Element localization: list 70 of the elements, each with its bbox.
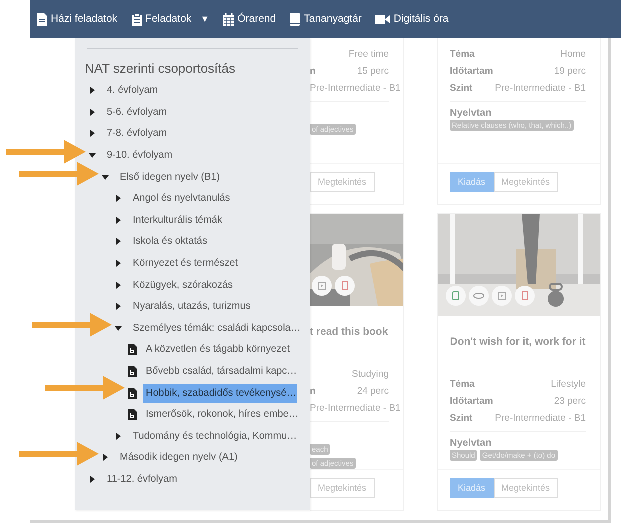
nav-link[interactable]: Órarend bbox=[222, 12, 276, 26]
field-value: Free time bbox=[348, 49, 389, 60]
card-title: t read this book bbox=[310, 326, 389, 338]
tree-item[interactable]: 4. évfolyam bbox=[104, 81, 162, 100]
tree-item[interactable]: Első idegen nyelv (B1) bbox=[117, 168, 224, 187]
tree-item[interactable]: 7-8. évfolyam bbox=[104, 124, 170, 144]
field-value: 23 perc bbox=[554, 396, 586, 407]
nav-link[interactable]: Házi feladatok bbox=[36, 12, 118, 26]
tree-item[interactable]: Közügyek, szórakozás bbox=[130, 276, 236, 295]
field-label: Téma bbox=[450, 379, 475, 390]
copy-icon bbox=[450, 290, 462, 302]
field-value: Pre-Intermediate - B1 bbox=[310, 83, 401, 94]
tree-item[interactable]: Bővebb család, társadalmi kapc… bbox=[143, 362, 300, 382]
nav-link[interactable]: Feladatok ▼ bbox=[130, 12, 210, 26]
clipboard-icon bbox=[130, 12, 143, 26]
grammar-label: Nyelvtan bbox=[450, 108, 493, 119]
circle-button[interactable] bbox=[446, 286, 466, 306]
nav-link[interactable]: Digitális óra bbox=[374, 12, 449, 26]
document-icon bbox=[36, 12, 48, 26]
document-icon bbox=[128, 388, 137, 399]
field-value: 24 perc bbox=[357, 386, 389, 397]
field-value: Pre-Intermediate - B1 bbox=[495, 83, 586, 94]
field-value: Studying bbox=[352, 369, 389, 380]
tree-item[interactable]: Nyaralás, utazás, turizmus bbox=[130, 297, 254, 316]
card-title: Don't wish for it, work for it bbox=[450, 336, 586, 348]
tree-item[interactable]: Angol és nyelvtanulás bbox=[130, 189, 234, 208]
calendar-icon bbox=[222, 12, 235, 26]
field-label: n bbox=[310, 66, 316, 77]
field-value: Lifestyle bbox=[551, 379, 586, 390]
field-value: Home bbox=[560, 49, 586, 60]
field-value: Pre-Intermediate - B1 bbox=[495, 413, 586, 424]
field-label: Szint bbox=[450, 83, 473, 94]
tree-item[interactable]: Személyes témák: családi kapcsola… bbox=[130, 318, 304, 338]
tree-item[interactable]: Környezet és természet bbox=[130, 254, 242, 274]
tree-item[interactable]: Tudomány és technológia, Kommu… bbox=[130, 426, 300, 446]
field-label: Időtartam bbox=[450, 66, 494, 77]
play-icon bbox=[316, 280, 328, 292]
trash-icon bbox=[519, 290, 531, 302]
trash-icon bbox=[339, 280, 351, 292]
video-camera-icon bbox=[374, 12, 391, 26]
field-value: 19 perc bbox=[554, 66, 586, 77]
field-label: Szint bbox=[450, 413, 473, 424]
document-icon bbox=[128, 366, 137, 378]
grammar-label: Nyelvtan bbox=[450, 438, 493, 449]
tree-item[interactable]: 11-12. évfolyam bbox=[104, 470, 180, 489]
tree-item[interactable]: 9-10. évfolyam bbox=[104, 146, 176, 166]
nav-link[interactable]: Tananyagtár bbox=[289, 12, 362, 26]
circle-button[interactable] bbox=[469, 286, 489, 306]
field-value: Pre-Intermediate - B1 bbox=[310, 403, 401, 414]
tree-item[interactable]: A közvetlen és tágabb környezet bbox=[143, 340, 293, 360]
tree-item[interactable]: Hobbik, szabadidős tevékenysé… bbox=[143, 384, 297, 403]
tree-item[interactable]: Iskola és oktatás bbox=[130, 232, 210, 252]
play-icon bbox=[496, 290, 508, 302]
book-icon bbox=[289, 12, 302, 26]
eye-icon bbox=[473, 290, 485, 302]
document-icon bbox=[128, 409, 137, 420]
field-label: Téma bbox=[450, 49, 475, 60]
field-label: Időtartam bbox=[450, 396, 494, 407]
document-icon bbox=[128, 344, 137, 356]
circle-button[interactable] bbox=[312, 276, 332, 296]
tree-item[interactable]: Második idegen nyelv (A1) bbox=[117, 448, 241, 468]
circle-button[interactable] bbox=[492, 286, 512, 306]
tree-item[interactable]: Ismerősök, rokonok, híres embe… bbox=[143, 405, 302, 424]
field-label: n bbox=[310, 386, 316, 397]
tree-item[interactable]: Interkulturális témák bbox=[130, 210, 226, 230]
circle-button[interactable] bbox=[335, 276, 355, 296]
circle-button[interactable] bbox=[515, 286, 535, 306]
field-value: 15 perc bbox=[357, 66, 389, 77]
tree-item[interactable]: 5-6. évfolyam bbox=[104, 102, 170, 122]
dropdown-title: NAT szerinti csoportosítás bbox=[85, 61, 237, 76]
